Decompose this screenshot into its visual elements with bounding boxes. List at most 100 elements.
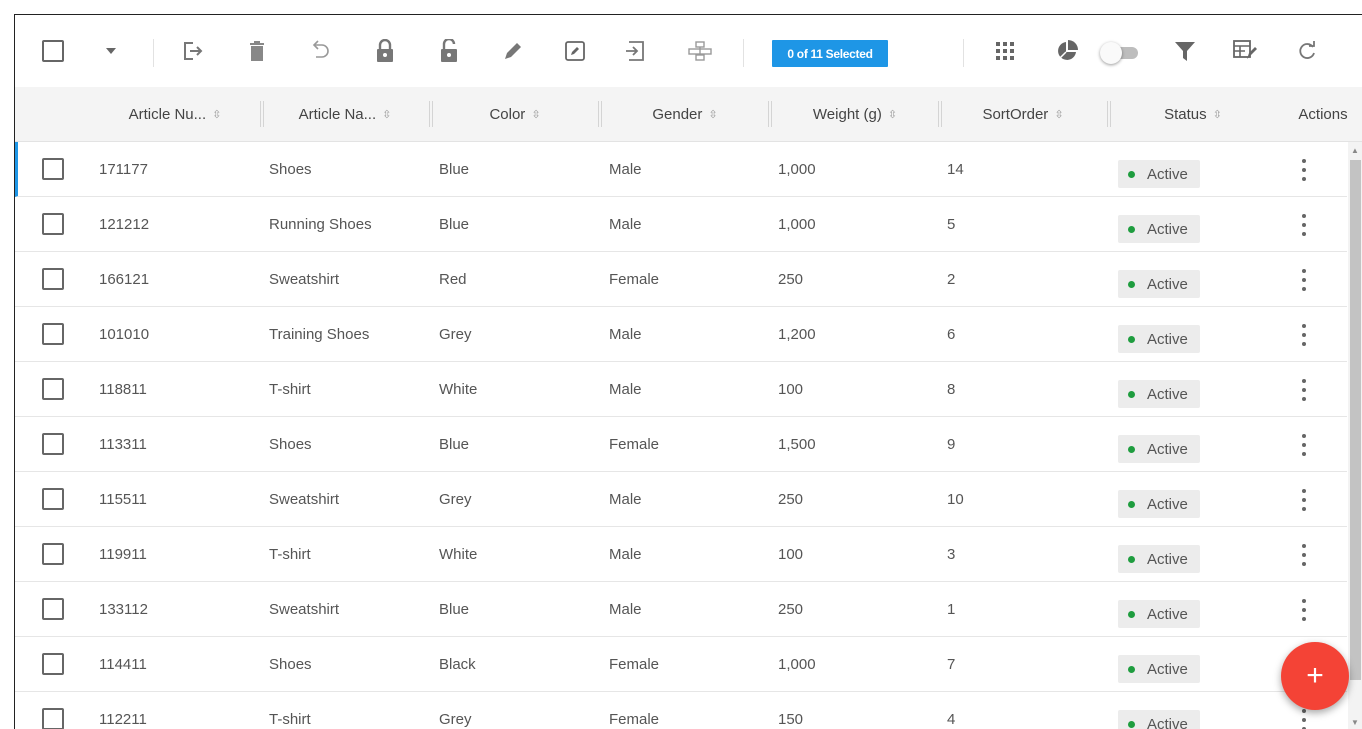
row-checkbox[interactable] [42,268,64,290]
column-resize-handle[interactable] [938,101,942,127]
column-resize-handle[interactable] [260,101,264,127]
sort-icon[interactable]: ⇳ [888,108,897,121]
kebab-dot [1302,434,1306,438]
scrollbar-thumb[interactable] [1350,160,1361,680]
column-resize-handle[interactable] [768,101,772,127]
row-actions-menu-icon[interactable] [1295,431,1313,459]
cell-weight: 150 [778,710,804,728]
column-header-label: Article Na... [298,106,377,123]
row-actions-menu-icon[interactable] [1295,486,1313,514]
column-header-label: Status [1164,106,1207,123]
refresh-icon[interactable] [1293,37,1321,65]
edit-icon[interactable] [499,37,527,65]
status-badge: Active [1118,215,1200,243]
row-checkbox[interactable] [42,653,64,675]
cell-sort-order: 5 [947,215,956,233]
cell-weight: 1,000 [778,160,816,178]
edit-box-icon[interactable] [561,37,589,65]
cell-article-number: 166121 [99,270,150,288]
column-header-color[interactable]: Color ⇳ [435,87,595,142]
undo-icon[interactable] [307,37,335,65]
row-actions-menu-icon[interactable] [1295,211,1313,239]
column-header-gender[interactable]: Gender ⇳ [605,87,765,142]
column-header-actions: Actions [1283,87,1362,142]
unlock-icon[interactable] [435,37,463,65]
filter-icon[interactable] [1171,37,1199,65]
table-row[interactable]: 171177 Shoes Blue Male 1,000 14 Active [15,142,1347,197]
row-checkbox[interactable] [42,158,64,180]
sort-icon[interactable]: ⇳ [531,108,540,121]
row-checkbox[interactable] [42,708,64,729]
cell-color: Blue [439,215,470,233]
dropdown-arrow-icon[interactable] [97,37,125,65]
column-settings-icon[interactable] [1231,37,1259,65]
row-actions-menu-icon[interactable] [1295,541,1313,569]
column-header-sort-order[interactable]: SortOrder ⇳ [943,87,1103,142]
cell-article-name: Shoes [269,655,312,673]
toggle-knob [1100,42,1122,64]
cell-gender: Male [609,600,642,618]
row-checkbox[interactable] [42,323,64,345]
sort-icon[interactable]: ⇳ [708,108,717,121]
row-checkbox[interactable] [42,598,64,620]
status-label: Active [1147,385,1188,403]
status-badge: Active [1118,435,1200,463]
column-resize-handle[interactable] [429,101,433,127]
table-row[interactable]: 115511 Sweatshirt Grey Male 250 10 Active [15,472,1347,527]
row-checkbox[interactable] [42,488,64,510]
toolbar-divider [153,39,154,67]
scroll-down-icon[interactable]: ▼ [1351,718,1359,727]
table-row[interactable]: 101010 Training Shoes Grey Male 1,200 6 Active [15,307,1347,362]
lock-icon[interactable] [371,37,399,65]
row-actions-menu-icon[interactable] [1295,156,1313,184]
column-header-article-number[interactable]: Article Nu... ⇳ [95,87,255,142]
row-actions-menu-icon[interactable] [1295,596,1313,624]
table-row[interactable]: 118811 T-shirt White Male 100 8 Active [15,362,1347,417]
table-row[interactable]: 113311 Shoes Blue Female 1,500 9 Active [15,417,1347,472]
sort-icon[interactable]: ⇳ [1054,108,1063,121]
row-checkbox[interactable] [42,543,64,565]
row-checkbox[interactable] [42,433,64,455]
column-resize-handle[interactable] [1107,101,1111,127]
row-checkbox[interactable] [42,213,64,235]
sort-icon[interactable]: ⇳ [382,108,391,121]
vertical-scrollbar[interactable]: ▲ ▼ [1348,142,1362,729]
column-header-weight[interactable]: Weight (g) ⇳ [775,87,935,142]
scroll-up-icon[interactable]: ▲ [1351,146,1359,155]
cell-weight: 1,200 [778,325,816,343]
import-icon[interactable] [621,37,649,65]
sort-icon[interactable]: ⇳ [1213,108,1222,121]
row-actions-menu-icon[interactable] [1295,321,1313,349]
delete-icon[interactable] [243,37,271,65]
cell-color: Grey [439,490,472,508]
column-header-article-name[interactable]: Article Na... ⇳ [265,87,425,142]
cell-gender: Female [609,655,660,673]
kebab-dot [1302,168,1306,172]
row-actions-menu-icon[interactable] [1295,266,1313,294]
pie-chart-icon[interactable] [1053,37,1081,65]
table-row[interactable]: 119911 T-shirt White Male 100 3 Active [15,527,1347,582]
add-record-button[interactable]: + [1281,642,1349,710]
table-row[interactable]: 133112 Sweatshirt Blue Male 250 1 Active [15,582,1347,637]
cell-article-number: 171177 [99,160,148,178]
toggle-switch[interactable] [1100,42,1142,64]
cell-sort-order: 8 [947,380,956,398]
table-row[interactable]: 121212 Running Shoes Blue Male 1,000 5 Active [15,197,1347,252]
status-label: Active [1147,275,1188,293]
row-actions-menu-icon[interactable] [1295,376,1313,404]
table-row[interactable]: 112211 T-shirt Grey Female 150 4 Active [15,692,1347,729]
kebab-dot [1302,507,1306,511]
export-icon[interactable] [179,37,207,65]
column-header-label: Gender [652,106,703,123]
column-header-status[interactable]: Status ⇳ [1113,87,1273,142]
kebab-dot [1302,223,1306,227]
column-resize-handle[interactable] [598,101,602,127]
grid-icon[interactable] [991,37,1019,65]
hierarchy-icon[interactable] [686,37,714,65]
table-row[interactable]: 114411 Shoes Black Female 1,000 7 Active [15,637,1347,692]
sort-icon[interactable]: ⇳ [212,108,221,121]
table-row[interactable]: 166121 Sweatshirt Red Female 250 2 Active [15,252,1347,307]
select-all-checkbox[interactable] [39,37,67,65]
row-checkbox[interactable] [42,378,64,400]
cell-color: Red [439,270,467,288]
